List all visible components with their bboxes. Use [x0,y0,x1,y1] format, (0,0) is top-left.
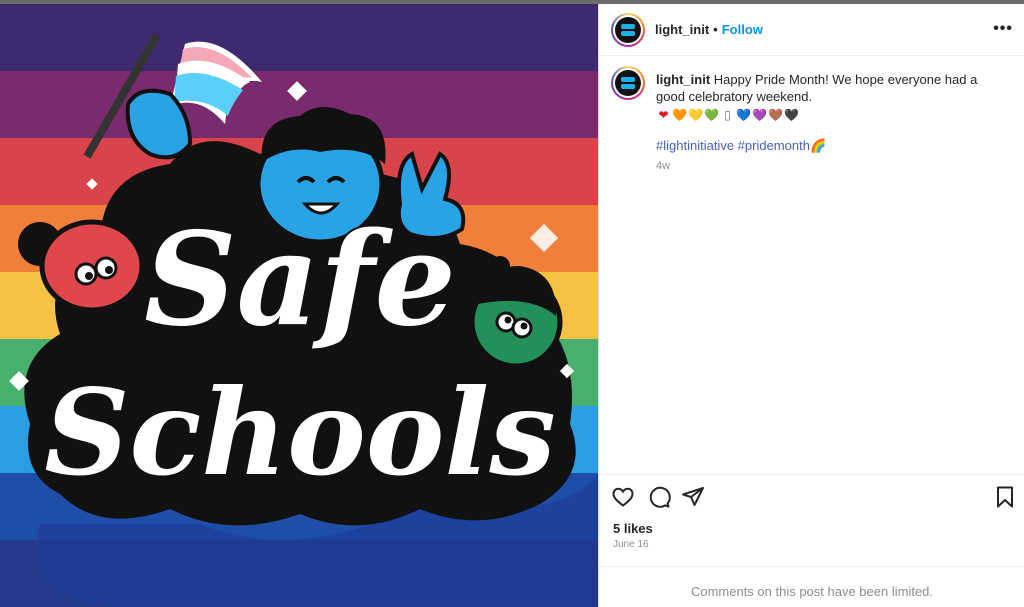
heart-emoji-7: 🤎 [768,108,783,122]
artwork-title-line1: Safe [144,205,456,355]
likes-count[interactable]: 5 likes [613,521,653,536]
comment-icon[interactable] [647,485,671,509]
light-init-logo-icon [615,70,641,96]
share-icon[interactable] [681,485,705,509]
post-side-panel: light_init • Follow ••• light_init Happy P… [598,4,1024,607]
avatar[interactable] [611,13,645,47]
heart-emoji-1: 🧡 [672,108,687,122]
safe-schools-artwork: Safe Schools [0,4,598,607]
comments-limited-notice: Comments on this post have been limited. [690,584,934,599]
caption-avatar[interactable] [611,66,645,100]
bookmark-icon[interactable] [993,485,1017,509]
post-date: June 16 [613,539,649,550]
caption-time-ago[interactable]: 4w [656,158,1006,175]
caption-text-block: light_init Happy Pride Month! We hope ev… [656,71,1006,105]
follow-button[interactable]: Follow [722,22,763,37]
post-header: light_init • Follow ••• [599,4,1024,56]
more-options-icon[interactable]: ••• [993,20,1013,38]
post-caption: light_init Happy Pride Month! We hope ev… [656,71,1006,175]
light-init-logo-icon [615,17,641,43]
heart-icon[interactable] [611,485,635,509]
heart-emoji-4: ▯ [724,108,731,122]
header-user-line: light_init • Follow [655,22,763,37]
header-username[interactable]: light_init [655,22,709,37]
heart-emoji-8: 🖤 [784,108,799,122]
heart-emoji-6: 💜 [752,108,767,122]
comments-section: Comments on this post have been limited. [599,566,1024,607]
heart-emoji-2: 💛 [688,108,703,122]
heart-emoji-3: 💚 [704,108,719,122]
caption-username[interactable]: light_init [656,72,710,87]
artwork-title-line2: Schools [44,363,556,502]
post-actions: 5 likes June 16 [599,474,1024,566]
stripe-0 [0,4,598,72]
hashtag-pridemonth[interactable]: #pridemonth🌈 [738,138,826,153]
post-image[interactable]: Safe Schools [0,4,598,607]
heart-emoji-0: ❤ [658,108,669,122]
heart-emoji-5: 💙 [736,108,751,122]
separator-dot: • [713,22,718,37]
hashtags: #lightinitiative #pridemonth🌈 [656,137,1006,154]
hashtag-lightinitiative[interactable]: #lightinitiative [656,138,734,153]
heart-emoji-row: ❤ 🧡 💛 💚 ▯ 💙 💜 🤎 🖤 [656,107,1006,123]
